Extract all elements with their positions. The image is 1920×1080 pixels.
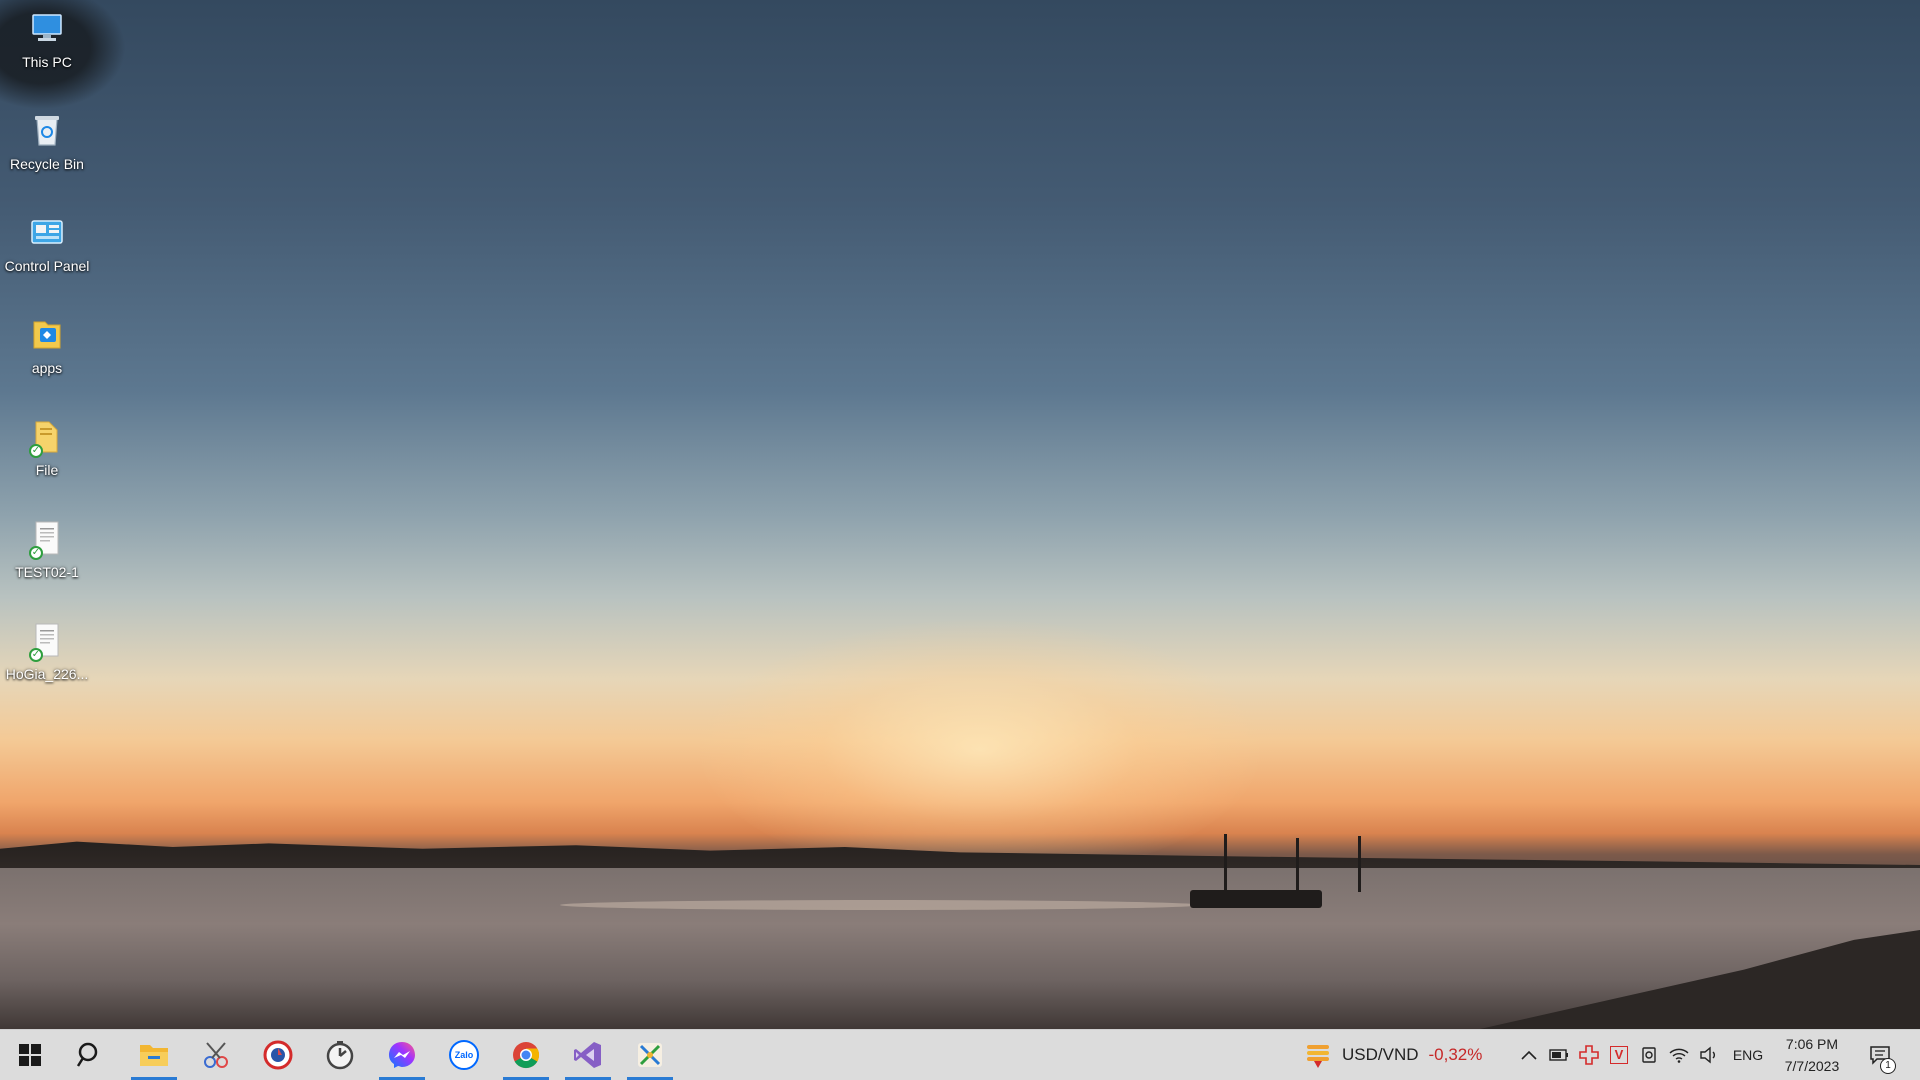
control-panel-icon [27,212,67,252]
desktop-icon-recycle-bin[interactable]: Recycle Bin [0,102,94,192]
red-cross-icon [1579,1045,1599,1065]
taskbar-snipping-tool[interactable] [190,1030,242,1080]
taskbar-chrome[interactable] [500,1030,552,1080]
notification-count-badge: 1 [1880,1058,1896,1074]
desktop-icon-this-pc[interactable]: This PC [0,0,94,90]
desktop-icon-label: apps [31,360,63,376]
tray-network-button[interactable] [1666,1030,1692,1080]
currency-trend-icon [1307,1045,1329,1068]
desktop-icon-file[interactable]: ✓ File [0,408,94,498]
currency-widget[interactable]: USD/VND -0,32% [1304,1030,1494,1080]
snipping-tool-icon [204,1042,228,1068]
chrome-icon [513,1042,540,1069]
taskbar-visual-studio[interactable] [562,1030,614,1080]
desktop-icon-label: This PC [22,54,72,70]
document-icon: ✓ [27,518,67,560]
desktop-icon-hogia[interactable]: ✓ HoGia_226... [0,612,94,702]
clock-button[interactable]: 7:06 PM 7/7/2023 [1772,1030,1852,1080]
sun-reflection [560,900,1200,910]
zalo-icon-label: Zalo [454,1050,474,1060]
desktop-icon-label: TEST02-1 [15,564,79,580]
desktop-icon-label: File [35,462,59,478]
taskbar-red-app[interactable] [252,1030,304,1080]
desktop-icon-label: Recycle Bin [10,156,84,172]
recycle-bin-icon [27,110,67,150]
file-explorer-icon [140,1045,168,1066]
taskbar: Zalo USD/VND -0,32% V ENG 7:06 PM 7/7/20… [0,1029,1920,1080]
taskbar-messenger[interactable] [376,1030,428,1080]
desktop-icon-label: HoGia_226... [5,666,89,682]
sync-check-icon: ✓ [29,444,43,458]
tray-volume-button[interactable] [1696,1030,1722,1080]
red-circle-app-icon [263,1040,293,1070]
camera-device-icon [1642,1047,1656,1063]
start-button[interactable] [4,1030,56,1080]
this-pc-icon [27,8,67,48]
windows-start-icon [19,1044,41,1066]
tool-app-icon [638,1043,662,1067]
sun-glow [700,620,1260,880]
sync-check-icon: ✓ [29,648,43,662]
apps-folder-icon [27,314,67,354]
taskbar-zalo[interactable]: Zalo [438,1030,490,1080]
desktop-icon-apps[interactable]: apps [0,306,94,396]
boat-mast [1296,838,1299,892]
taskbar-clock-app[interactable] [314,1030,366,1080]
search-icon [76,1042,98,1067]
currency-change-label: -0,32% [1428,1045,1483,1064]
wifi-icon [1669,1048,1689,1063]
tray-battery-button[interactable] [1546,1030,1572,1080]
zalo-icon: Zalo [449,1040,479,1070]
speaker-icon [1700,1046,1715,1064]
battery-icon [1549,1049,1568,1061]
visual-studio-icon [574,1042,601,1068]
notification-center-button[interactable]: 1 [1860,1030,1900,1080]
desktop-icon-test02-1[interactable]: ✓ TEST02-1 [0,510,94,600]
search-button[interactable] [64,1030,116,1080]
clock-time: 7:06 PM [1785,1036,1839,1052]
taskbar-file-explorer[interactable] [128,1030,180,1080]
chevron-up-icon [1521,1050,1537,1060]
tray-vietkey-button[interactable]: V [1606,1030,1632,1080]
show-hidden-icons-button[interactable] [1516,1030,1542,1080]
language-indicator[interactable]: ENG [1728,1030,1768,1080]
clock-app-icon [326,1041,354,1070]
boat-mast [1358,836,1361,892]
tray-app-button[interactable] [1576,1030,1602,1080]
messenger-icon [389,1042,415,1068]
boat-silhouette [1190,890,1322,908]
sync-check-icon: ✓ [29,546,43,560]
folder-icon: ✓ [27,416,67,458]
v-keyboard-icon: V [1610,1046,1628,1064]
clock-date: 7/7/2023 [1784,1058,1840,1074]
taskbar-tool-app[interactable] [624,1030,676,1080]
language-label: ENG [1732,1047,1764,1063]
desktop-wallpaper: This PC Recycle Bin Control Panel apps ✓… [0,0,1920,1029]
desktop-icon-label: Control Panel [4,258,90,274]
desktop-icon-control-panel[interactable]: Control Panel [0,204,94,294]
boat-mast [1224,834,1227,892]
currency-pair-label: USD/VND [1342,1045,1419,1064]
document-icon: ✓ [27,620,67,662]
tray-device-button[interactable] [1636,1030,1662,1080]
